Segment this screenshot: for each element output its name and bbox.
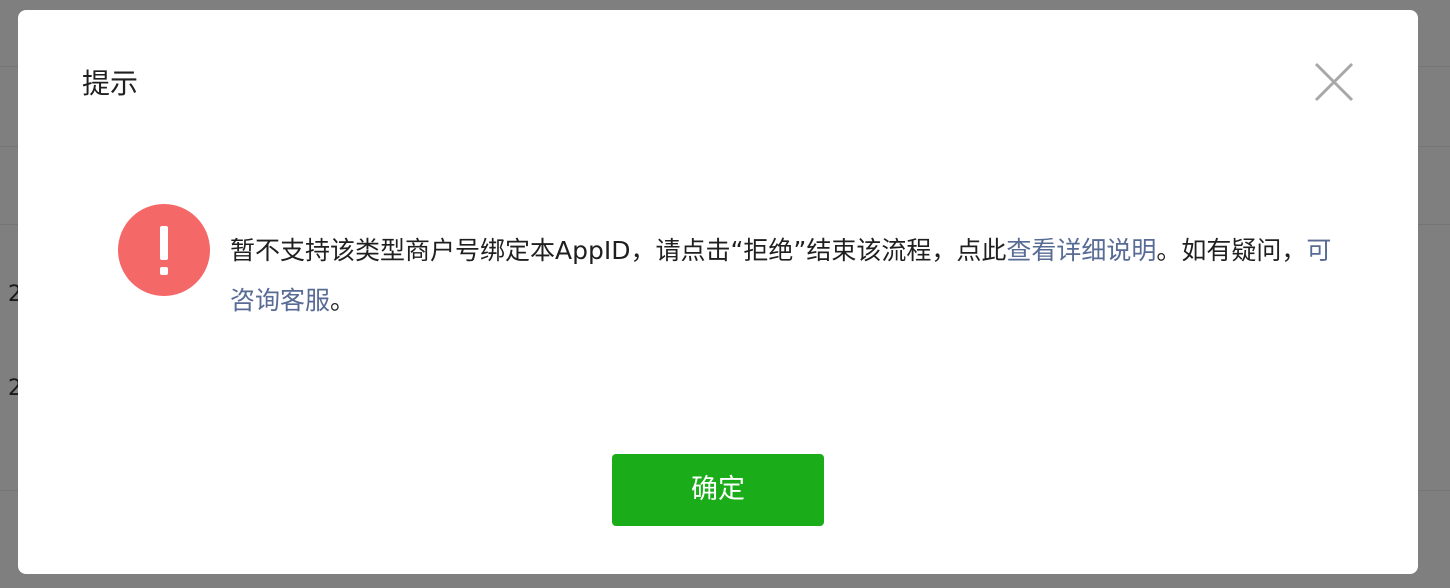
message-text: 。如有疑问， [1156, 236, 1307, 265]
close-icon [1314, 62, 1354, 102]
close-button[interactable] [1312, 60, 1356, 104]
message-text: 暂不支持该类型商户号绑定本AppID，请点击“拒绝”结束该流程，点此 [230, 236, 1007, 265]
dialog-title: 提示 [82, 67, 139, 100]
confirm-button[interactable]: 确定 [612, 454, 824, 526]
dialog-message: 暂不支持该类型商户号绑定本AppID，请点击“拒绝”结束该流程，点此查看详细说明… [230, 226, 1340, 326]
alert-dialog: 提示 暂不支持该类型商户号绑定本AppID，请点击“拒绝”结束该流程，点此查看详… [18, 10, 1418, 574]
message-text: 。 [330, 286, 356, 315]
exclamation-circle-icon [118, 204, 210, 296]
detail-link[interactable]: 查看详细说明 [1006, 236, 1156, 265]
